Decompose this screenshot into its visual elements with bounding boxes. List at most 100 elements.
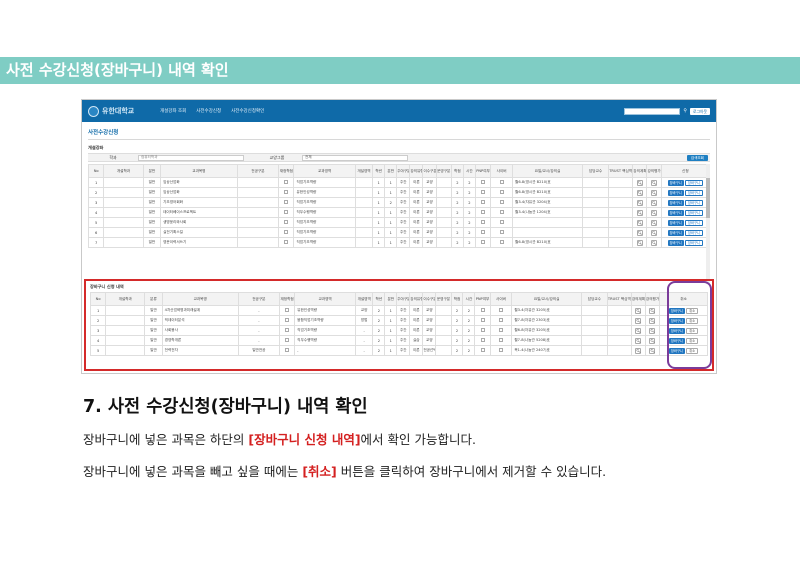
add-to-cart-button[interactable]: 장바구니 <box>667 219 684 226</box>
add-to-cart-button[interactable]: 장바구니 <box>667 189 684 196</box>
add-to-cart-button[interactable]: 장바구니 <box>667 229 684 236</box>
checkbox[interactable] <box>499 200 504 204</box>
checkbox[interactable] <box>480 318 485 322</box>
checkbox[interactable] <box>498 328 503 332</box>
bag-plan-button[interactable]: 장바구니 <box>684 189 704 196</box>
checkbox[interactable] <box>481 230 486 234</box>
checkbox[interactable] <box>480 308 485 312</box>
checkbox[interactable] <box>284 180 289 184</box>
checkbox[interactable] <box>285 338 290 342</box>
table-cell: 🔍︎ <box>644 305 661 316</box>
magnifier-icon[interactable]: 🔍︎ <box>651 229 658 236</box>
magnifier-icon[interactable]: 🔍︎ <box>636 179 643 186</box>
magnifier-icon[interactable]: 🔍︎ <box>636 229 643 236</box>
magnifier-icon[interactable]: 🔍︎ <box>636 209 643 216</box>
cell-course: 기초영어회화 <box>160 197 238 208</box>
checkbox[interactable] <box>498 318 503 322</box>
checkbox[interactable] <box>499 220 504 224</box>
magnifier-icon[interactable]: 🔍︎ <box>635 307 642 314</box>
checkbox[interactable] <box>284 240 289 244</box>
checkbox[interactable] <box>499 210 504 214</box>
group-select[interactable]: 전체 <box>302 154 408 161</box>
dept-select[interactable]: 컴퓨터학과 <box>138 154 244 161</box>
nav-item-pre-register[interactable]: 사전수강신청 <box>196 108 221 114</box>
checkbox[interactable] <box>285 328 290 332</box>
user-icon[interactable]: ⚲ <box>683 108 687 114</box>
magnifier-icon[interactable]: 🔍︎ <box>635 347 642 354</box>
nav-item-courses[interactable]: 개설강좌 조회 <box>160 108 186 114</box>
cancel-button[interactable]: 취소 <box>686 327 699 334</box>
checkbox[interactable] <box>498 308 503 312</box>
add-to-cart-button[interactable]: 장바구니 <box>667 199 684 206</box>
magnifier-icon[interactable]: 🔍︎ <box>651 199 658 206</box>
checkbox[interactable] <box>284 230 289 234</box>
checkbox[interactable] <box>499 230 504 234</box>
magnifier-icon[interactable]: 🔍︎ <box>649 337 656 344</box>
checkbox[interactable] <box>499 190 504 194</box>
bag-plan-button[interactable]: 장바구니 <box>684 229 704 236</box>
cancel-button[interactable]: 취소 <box>686 307 699 314</box>
checkbox[interactable] <box>481 190 486 194</box>
magnifier-icon[interactable]: 🔍︎ <box>651 209 658 216</box>
checkbox[interactable] <box>481 240 486 244</box>
header-search-input[interactable] <box>624 107 681 115</box>
bag-plan-button[interactable]: 장바구니 <box>684 219 704 226</box>
add-to-cart-button[interactable]: 장바구니 <box>667 179 684 186</box>
bag-plan-button[interactable]: 장바구니 <box>684 179 704 186</box>
magnifier-icon[interactable]: 🔍︎ <box>636 219 643 226</box>
magnifier-icon[interactable]: 🔍︎ <box>651 239 658 246</box>
magnifier-icon[interactable]: 🔍︎ <box>649 317 656 324</box>
checkbox[interactable] <box>285 348 290 352</box>
checkbox[interactable] <box>499 240 504 244</box>
magnifier-icon[interactable]: 🔍︎ <box>636 239 643 246</box>
add-to-cart-button[interactable]: 장바구니 <box>667 239 684 246</box>
bag-plan-button[interactable]: 장바구니 <box>668 307 685 314</box>
checkbox[interactable] <box>498 348 503 352</box>
checkbox[interactable] <box>481 200 486 204</box>
checkbox[interactable] <box>284 190 289 194</box>
checkbox[interactable] <box>480 348 485 352</box>
checkbox[interactable] <box>284 200 289 204</box>
column-header: 교과목명 <box>161 292 239 306</box>
bag-plan-button[interactable]: 장바구니 <box>684 199 704 206</box>
cancel-button[interactable]: 취소 <box>686 317 699 324</box>
magnifier-icon[interactable]: 🔍︎ <box>649 347 656 354</box>
magnifier-icon[interactable]: 🔍︎ <box>649 327 656 334</box>
checkbox[interactable] <box>480 328 485 332</box>
magnifier-icon[interactable]: 🔍︎ <box>649 307 656 314</box>
bag-plan-button[interactable]: 장바구니 <box>668 327 685 334</box>
checkbox[interactable] <box>498 338 503 342</box>
bag-plan-button[interactable]: 장바구니 <box>668 337 685 344</box>
checkbox[interactable] <box>481 220 486 224</box>
checkbox[interactable] <box>284 210 289 214</box>
bag-plan-button[interactable]: 장바구니 <box>668 317 685 324</box>
bag-plan-button[interactable]: 장바구니 <box>684 239 704 246</box>
column-header: 교과목명 <box>160 164 238 178</box>
magnifier-icon[interactable]: 🔍︎ <box>636 189 643 196</box>
checkbox[interactable] <box>480 338 485 342</box>
scrollbar[interactable] <box>706 164 710 284</box>
scrollbar-thumb[interactable] <box>706 178 710 218</box>
search-button[interactable]: 검색조회 <box>686 154 708 161</box>
checkbox[interactable] <box>481 210 486 214</box>
checkbox[interactable] <box>284 220 289 224</box>
magnifier-icon[interactable]: 🔍︎ <box>635 327 642 334</box>
magnifier-icon[interactable]: 🔍︎ <box>635 337 642 344</box>
checkbox[interactable] <box>285 308 290 312</box>
magnifier-icon[interactable]: 🔍︎ <box>651 189 658 196</box>
magnifier-icon[interactable]: 🔍︎ <box>635 317 642 324</box>
checkbox[interactable] <box>499 180 504 184</box>
nav-item-confirm[interactable]: 사전수강신청확인 <box>231 108 264 114</box>
bag-plan-button[interactable]: 장바구니 <box>668 347 685 354</box>
checkbox[interactable] <box>481 180 486 184</box>
add-to-cart-button[interactable]: 장바구니 <box>667 209 684 216</box>
magnifier-icon[interactable]: 🔍︎ <box>651 179 658 186</box>
column-header: 운영구분 <box>435 292 452 306</box>
cancel-button[interactable]: 취소 <box>686 347 699 354</box>
magnifier-icon[interactable]: 🔍︎ <box>636 199 643 206</box>
logout-button[interactable]: 로그아웃 <box>690 107 710 115</box>
magnifier-icon[interactable]: 🔍︎ <box>651 219 658 226</box>
bag-plan-button[interactable]: 장바구니 <box>684 209 704 216</box>
checkbox[interactable] <box>285 318 290 322</box>
cancel-button[interactable]: 취소 <box>686 337 699 344</box>
